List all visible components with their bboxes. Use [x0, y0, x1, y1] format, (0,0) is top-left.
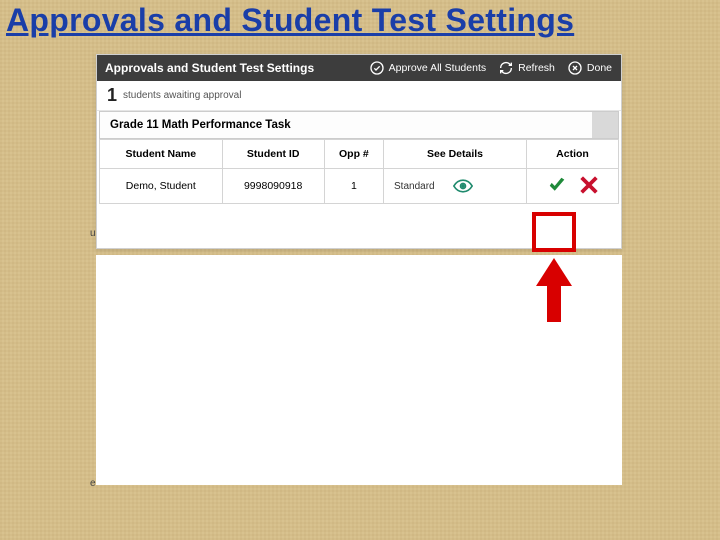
stray-letter-u: u	[90, 228, 96, 239]
see-details-button[interactable]	[449, 175, 477, 197]
col-student-id: Student ID	[222, 140, 324, 169]
approvals-panel: Approvals and Student Test Settings Appr…	[96, 54, 622, 249]
refresh-label: Refresh	[518, 62, 555, 74]
approve-all-button[interactable]: Approve All Students	[366, 58, 489, 78]
test-name-header: Grade 11 Math Performance Task	[99, 111, 619, 139]
cell-student-id: 9998090918	[222, 169, 324, 204]
cell-see-details: Standard	[384, 169, 527, 204]
panel-body-blank	[96, 255, 622, 485]
table-row: Demo, Student 9998090918 1 Standard	[100, 169, 619, 204]
close-circle-icon	[567, 60, 583, 76]
col-action: Action	[527, 140, 619, 169]
awaiting-count-bar: 1 students awaiting approval	[97, 81, 621, 111]
cell-opp-number: 1	[324, 169, 383, 204]
check-circle-icon	[369, 60, 385, 76]
done-label: Done	[587, 62, 612, 74]
reject-student-button[interactable]	[580, 176, 598, 197]
eye-icon	[453, 178, 473, 194]
awaiting-count-label: students awaiting approval	[123, 90, 241, 101]
done-button[interactable]: Done	[564, 58, 615, 78]
awaiting-count-value: 1	[107, 85, 117, 106]
table-header-row: Student Name Student ID Opp # See Detail…	[100, 140, 619, 169]
cell-action	[527, 169, 619, 204]
col-student-name: Student Name	[100, 140, 223, 169]
approve-student-button[interactable]	[548, 176, 566, 197]
cell-student-name: Demo, Student	[100, 169, 223, 204]
refresh-icon	[498, 60, 514, 76]
panel-header: Approvals and Student Test Settings Appr…	[97, 55, 621, 81]
col-see-details: See Details	[384, 140, 527, 169]
col-opp-number: Opp #	[324, 140, 383, 169]
details-text: Standard	[394, 181, 435, 192]
refresh-button[interactable]: Refresh	[495, 58, 558, 78]
stray-letter-e: e	[90, 478, 96, 489]
panel-header-title: Approvals and Student Test Settings	[105, 61, 314, 75]
x-icon	[580, 176, 598, 194]
test-name-label: Grade 11 Math Performance Task	[110, 119, 291, 131]
check-icon	[548, 176, 566, 194]
approvals-table: Student Name Student ID Opp # See Detail…	[99, 139, 619, 204]
approve-all-label: Approve All Students	[389, 62, 486, 74]
slide-title: Approvals and Student Test Settings	[0, 0, 580, 41]
